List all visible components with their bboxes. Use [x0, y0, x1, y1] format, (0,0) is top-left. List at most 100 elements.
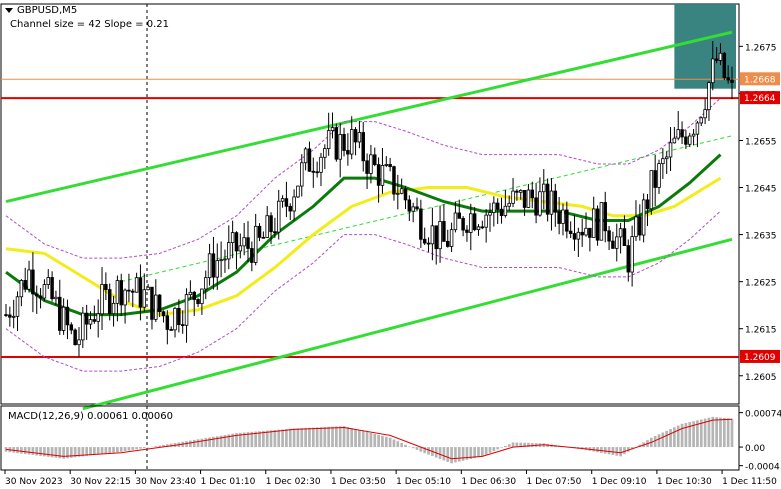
macd-hist-bar: [269, 430, 273, 448]
candle-body: [691, 133, 696, 137]
candle-body: [419, 208, 423, 240]
candle-body: [296, 185, 300, 198]
candle-body: [154, 294, 158, 320]
candle-body: [568, 230, 573, 234]
x-tick-label: 1 Dec 02:30: [266, 477, 321, 487]
x-tick-label: 30 Nov 2023: [5, 477, 63, 487]
candle-body: [257, 225, 262, 238]
highlight-zone: [674, 4, 736, 89]
candle-body: [438, 221, 442, 250]
candle-body: [269, 215, 273, 233]
macd-hist-bar: [16, 447, 19, 454]
macd-hist-bar: [288, 428, 292, 448]
candle-body: [703, 109, 707, 119]
candle-body: [369, 154, 373, 174]
candle-body: [641, 199, 646, 236]
macd-hist-bar: [381, 435, 384, 448]
candle-body: [204, 277, 208, 290]
candle-body: [157, 294, 162, 313]
macd-hist-bar: [311, 427, 315, 448]
candle-body: [699, 117, 704, 124]
macd-hist-bar: [600, 447, 603, 453]
candle-body: [661, 158, 665, 165]
macd-label: MACD(12,26,9) 0.00061 0.00060: [8, 411, 173, 422]
macd-hist-bar: [331, 426, 334, 448]
macd-hist-bar: [139, 447, 142, 449]
macd-hist-bar: [262, 430, 265, 448]
macd-hist-bar: [411, 447, 415, 449]
macd-hist-bar: [215, 436, 219, 448]
candle-body: [8, 314, 12, 318]
candle-body: [591, 208, 596, 238]
candle-body: [131, 290, 135, 293]
candle-body: [538, 191, 542, 216]
candle-body: [392, 166, 396, 195]
macd-hist-bar: [285, 429, 288, 448]
price-chart[interactable]: 1.26751.26651.26551.26451.26351.26251.26…: [0, 0, 781, 489]
macd-hist-bar: [96, 447, 100, 455]
candle-body: [107, 289, 112, 315]
macd-hist-bar: [661, 432, 665, 448]
candle-body: [27, 269, 31, 290]
macd-hist-bar: [726, 418, 730, 448]
candle-body: [668, 142, 673, 158]
macd-hist-bar: [388, 437, 392, 448]
macd-hist-bar: [304, 427, 307, 448]
candle-body: [580, 231, 584, 236]
candle-body: [630, 236, 634, 273]
macd-hist-bar: [404, 444, 407, 448]
candle-body: [588, 227, 592, 238]
macd-hist-bar: [142, 447, 146, 448]
macd-hist-bar: [722, 417, 726, 448]
candle-body: [207, 253, 212, 279]
macd-hist-bar: [369, 432, 373, 448]
macd-hist-bar: [438, 447, 442, 459]
macd-hist-bar: [127, 447, 131, 451]
candle-body: [69, 324, 74, 331]
candle-body: [123, 289, 127, 306]
candle-body: [330, 127, 335, 132]
candle-body: [718, 52, 723, 61]
macd-hist-bar: [315, 427, 319, 448]
candle-body: [730, 79, 734, 83]
candle-body: [15, 296, 20, 317]
candle-body: [507, 202, 511, 207]
y-tick-label: 1.2675: [745, 43, 777, 53]
macd-hist-bar: [400, 443, 403, 448]
macd-hist-bar: [450, 447, 453, 464]
macd-hist-bar: [46, 447, 50, 457]
x-tick-label: 30 Nov 23:40: [135, 477, 196, 487]
candle-body: [300, 162, 304, 187]
candle-body: [457, 212, 462, 219]
candle-body: [664, 156, 669, 160]
candle-body: [307, 148, 312, 172]
candle-body: [557, 211, 561, 224]
candle-body: [46, 277, 50, 285]
candle-body: [292, 196, 296, 212]
candle-body: [200, 288, 204, 305]
candle-body: [353, 129, 358, 143]
macd-hist-bar: [338, 426, 342, 448]
candle-body: [526, 189, 531, 208]
candle-body: [100, 284, 104, 315]
macd-hist-bar: [611, 447, 615, 455]
candle-body: [626, 245, 631, 273]
macd-hist-bar: [123, 447, 127, 452]
candle-body: [522, 189, 527, 208]
candle-body: [476, 226, 481, 231]
candle-body: [96, 313, 100, 322]
macd-hist-bar: [361, 430, 365, 448]
candle-body: [234, 232, 239, 252]
candle-body: [657, 163, 661, 188]
macd-y-tick-label: 0.00074: [745, 410, 781, 420]
macd-hist-bar: [93, 447, 96, 455]
macd-hist-bar: [396, 441, 400, 448]
candle-body: [315, 171, 319, 174]
candle-body: [415, 206, 419, 210]
candle-body: [119, 280, 123, 306]
macd-hist-bar: [50, 447, 54, 458]
macd-hist-bar: [442, 447, 446, 461]
macd-hist-bar: [415, 447, 419, 450]
candle-body: [672, 137, 677, 144]
candle-body: [180, 324, 185, 327]
